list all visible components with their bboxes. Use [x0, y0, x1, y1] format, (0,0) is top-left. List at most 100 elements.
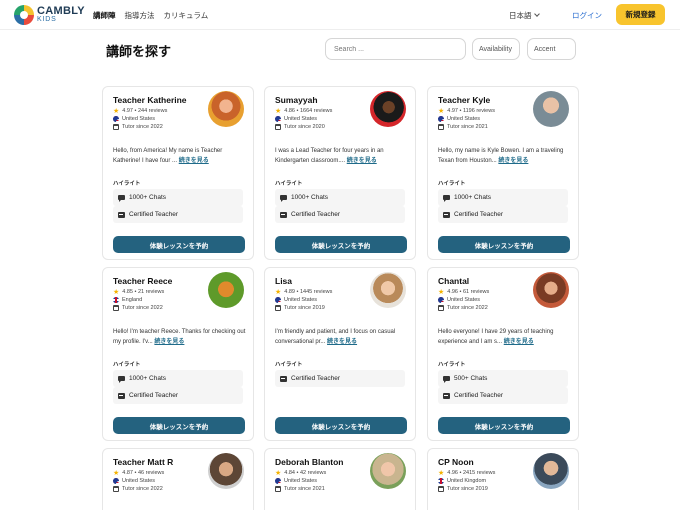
top-nav-bar: CAMBLY KIDS 講師陣 指導方法 カリキュラム 日本語 ログイン 新規登… [0, 0, 680, 30]
calendar-icon [113, 124, 119, 130]
read-more-link[interactable]: 続きを見る [347, 158, 377, 164]
teacher-country: United States [122, 478, 156, 484]
teacher-card-cp-noon[interactable]: CP Noon ★ 4.96 • 2415 reviews United King… [427, 448, 579, 510]
teacher-rating: 4.96 • 2415 reviews [447, 470, 496, 476]
teacher-avatar [533, 272, 569, 308]
highlight-chats: 1000+ Chats [438, 189, 568, 206]
cambly-kids-logo[interactable]: CAMBLY KIDS [14, 4, 85, 26]
teacher-rating: 4.87 • 46 reviews [122, 470, 165, 476]
us-flag-icon [275, 478, 281, 484]
teacher-card-katherine[interactable]: Teacher Katherine ★ 4.97 • 244 reviews Un… [102, 86, 254, 260]
teacher-name: Chantal [438, 276, 470, 286]
book-trial-button[interactable]: 体験レッスンを予約 [438, 236, 570, 253]
highlights-label: ハイライト [113, 181, 141, 187]
star-icon: ★ [275, 288, 282, 296]
highlight-chats: 1000+ Chats [113, 189, 243, 206]
cambly-logo-icon [14, 5, 34, 25]
calendar-icon [113, 305, 119, 311]
teacher-card-lisa[interactable]: Lisa ★ 4.89 • 1445 reviews United States … [264, 267, 416, 441]
highlights-label: ハイライト [438, 362, 466, 368]
teacher-country: England [122, 297, 143, 303]
star-icon: ★ [438, 288, 445, 296]
teacher-name: Lisa [275, 276, 293, 286]
us-flag-icon [438, 116, 444, 122]
teacher-avatar [208, 91, 244, 127]
signup-button[interactable]: 新規登録 [616, 4, 665, 25]
teacher-avatar [533, 453, 569, 489]
teacher-card-sumayyah[interactable]: Sumayyah ★ 4.86 • 1664 reviews United Sta… [264, 86, 416, 260]
language-selector[interactable]: 日本語 [509, 0, 540, 30]
accent-filter-button[interactable]: Accent [527, 38, 576, 60]
read-more-link[interactable]: 続きを見る [504, 339, 534, 345]
us-flag-icon [275, 116, 281, 122]
teacher-country: United States [284, 116, 318, 122]
logo-sub: KIDS [37, 16, 57, 23]
teacher-country: United States [447, 297, 481, 303]
teacher-card-reece[interactable]: Teacher Reece ★ 4.85 • 21 reviews England… [102, 267, 254, 441]
teacher-avatar [533, 91, 569, 127]
read-more-link[interactable]: 続きを見る [154, 339, 184, 345]
teacher-country: United States [447, 116, 481, 122]
highlight-certified: Certified Teacher [275, 370, 405, 387]
star-icon: ★ [113, 107, 120, 115]
certificate-icon [280, 211, 287, 218]
teacher-since: Tutor since 2021 [284, 486, 325, 492]
chevron-down-icon [533, 11, 540, 17]
highlight-chats: 500+ Chats [438, 370, 568, 387]
read-more-link[interactable]: 続きを見る [327, 339, 357, 345]
certificate-icon [280, 375, 287, 382]
teacher-rating: 4.85 • 21 reviews [122, 289, 165, 295]
teacher-bio: Hello everyone! I have 29 years of teach… [438, 329, 554, 345]
book-trial-button[interactable]: 体験レッスンを予約 [275, 417, 407, 434]
uk-flag-icon [438, 478, 444, 484]
teacher-avatar [208, 453, 244, 489]
highlights-label: ハイライト [275, 181, 303, 187]
read-more-link[interactable]: 続きを見る [498, 158, 528, 164]
star-icon: ★ [438, 469, 445, 477]
calendar-icon [275, 305, 281, 311]
teacher-card-kyle[interactable]: Teacher Kyle ★ 4.97 • 1196 reviews United… [427, 86, 579, 260]
book-trial-button[interactable]: 体験レッスンを予約 [113, 417, 245, 434]
teacher-since: Tutor since 2022 [447, 305, 488, 311]
page-title: 講師を探す [106, 44, 172, 59]
teacher-rating: 4.96 • 61 reviews [447, 289, 490, 295]
nav-curriculum[interactable]: カリキュラム [164, 10, 209, 21]
teacher-rating: 4.97 • 1196 reviews [447, 108, 495, 114]
teacher-card-matt-r[interactable]: Teacher Matt R ★ 4.87 • 46 reviews United… [102, 448, 254, 510]
read-more-link[interactable]: 続きを見る [179, 158, 209, 164]
teacher-since: Tutor since 2022 [122, 486, 163, 492]
teacher-name: Teacher Matt R [113, 457, 174, 467]
teacher-card-deborah-blanton[interactable]: Deborah Blanton ★ 4.84 • 42 reviews Unite… [264, 448, 416, 510]
login-link[interactable]: ログイン [572, 0, 602, 30]
teacher-bio: I'm friendly and patient, and I focus on… [275, 329, 396, 345]
us-flag-icon [438, 297, 444, 303]
highlights-label: ハイライト [275, 362, 303, 368]
teacher-name: CP Noon [438, 457, 474, 467]
teacher-card-chantal[interactable]: Chantal ★ 4.96 • 61 reviews United States… [427, 267, 579, 441]
star-icon: ★ [275, 107, 282, 115]
book-trial-button[interactable]: 体験レッスンを予約 [275, 236, 407, 253]
highlight-certified: Certified Teacher [275, 206, 405, 223]
highlight-certified: Certified Teacher [438, 387, 568, 404]
nav-teachers[interactable]: 講師陣 [93, 10, 116, 21]
teacher-avatar [370, 272, 406, 308]
highlight-chats: 1000+ Chats [113, 370, 243, 387]
search-input[interactable] [325, 38, 466, 60]
calendar-icon [438, 124, 444, 130]
us-flag-icon [275, 297, 281, 303]
teacher-country: United States [122, 116, 156, 122]
teacher-bio: Hello, my name is Kyle Bowen. I am a tra… [438, 148, 564, 164]
chat-bubble-icon [118, 376, 125, 383]
book-trial-button[interactable]: 体験レッスンを予約 [438, 417, 570, 434]
teacher-rating: 4.84 • 42 reviews [284, 470, 327, 476]
book-trial-button[interactable]: 体験レッスンを予約 [113, 236, 245, 253]
teacher-name: Deborah Blanton [275, 457, 344, 467]
teacher-avatar [370, 453, 406, 489]
main-nav: 講師陣 指導方法 カリキュラム [93, 0, 208, 30]
us-flag-icon [113, 478, 119, 484]
star-icon: ★ [438, 107, 445, 115]
nav-teaching-method[interactable]: 指導方法 [125, 10, 155, 21]
teacher-since: Tutor since 2019 [447, 486, 488, 492]
availability-filter-button[interactable]: Availability [472, 38, 520, 60]
calendar-icon [113, 486, 119, 492]
